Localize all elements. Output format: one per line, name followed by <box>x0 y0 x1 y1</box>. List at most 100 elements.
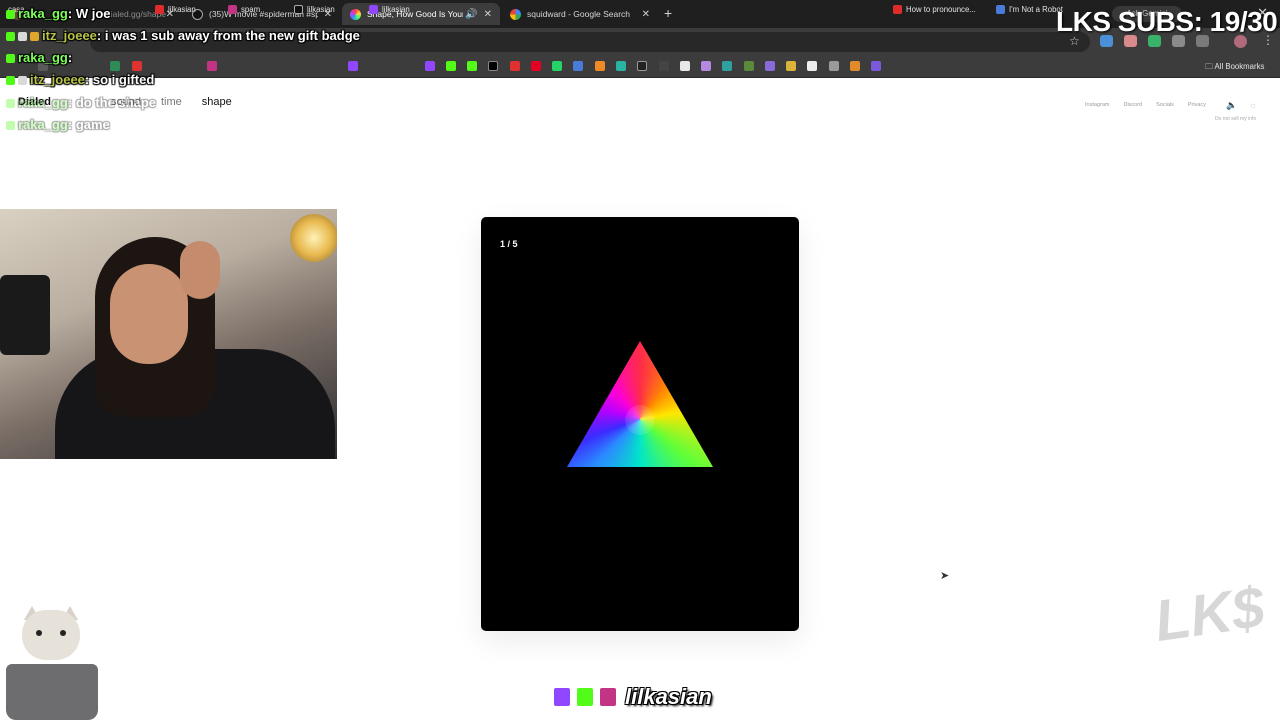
tiktok-icon <box>294 5 303 14</box>
sound-icon[interactable]: 🔈 <box>1226 100 1237 111</box>
sun-icon[interactable]: ☼ <box>1249 100 1257 110</box>
link-discord[interactable]: Discord <box>1123 102 1142 108</box>
bookmark-icon[interactable] <box>701 61 711 71</box>
kick-icon[interactable] <box>446 61 456 71</box>
bookmark-icon[interactable] <box>807 61 817 71</box>
bookmark-label: spam <box>241 5 261 14</box>
youtube-icon[interactable] <box>132 61 142 71</box>
do-not-sell-link[interactable]: Do not sell my info <box>1215 116 1256 122</box>
tab-2-active[interactable]: Shape, How Good Is Your S 🔊 ✕ <box>342 3 500 25</box>
lamp <box>290 214 337 262</box>
bookmark-icon[interactable] <box>680 61 690 71</box>
chat-user: itz_joeee <box>42 28 97 43</box>
streamer-handle: lilkasian <box>625 684 712 709</box>
bookmark-icon[interactable] <box>573 61 583 71</box>
bookmark-not-a-robot[interactable]: I'm Not a Robot <box>996 5 1063 14</box>
bookmark-label: lilkasian <box>382 5 410 14</box>
link-instagram[interactable]: Instagram <box>1085 102 1109 108</box>
chat-message: raka_gg: do the shape <box>6 95 156 110</box>
youtube-icon <box>155 5 164 14</box>
chat-message: raka_gg: <box>6 50 72 65</box>
mouse-cursor-icon: ➤ <box>940 570 950 582</box>
nav-shape[interactable]: shape <box>202 96 232 108</box>
new-tab-button[interactable]: + <box>664 5 672 21</box>
tab-3[interactable]: squidward - Google Search ✕ <box>502 3 658 25</box>
link-socials[interactable]: Socials <box>1156 102 1174 108</box>
bookmark-lilkasian-tiktok[interactable]: lilkasian <box>294 5 335 14</box>
chat-text: W joe <box>75 6 111 21</box>
chat-user: itz_joeee <box>30 72 85 87</box>
chat-text: so i gifted <box>92 72 155 87</box>
bookmark-icon[interactable] <box>871 61 881 71</box>
triangle-shape <box>567 341 713 467</box>
cat-in-bin-overlay <box>0 606 104 720</box>
bookmark-icon[interactable] <box>744 61 754 71</box>
bookmark-icon[interactable] <box>595 61 605 71</box>
globe-icon[interactable] <box>829 61 839 71</box>
all-bookmarks-label: All Bookmarks <box>1214 62 1265 71</box>
chat-user: raka_gg <box>18 50 68 65</box>
chat-colon: : <box>67 117 76 132</box>
badge-icon <box>6 54 15 64</box>
chat-user: raka_gg <box>18 117 68 132</box>
bookmark-icon[interactable] <box>659 61 669 71</box>
chat-message: itz_joeee: i was 1 sub away from the new… <box>6 28 360 43</box>
chat-colon: : <box>67 95 76 110</box>
instagram-icon <box>228 5 237 14</box>
badge-icon <box>6 121 15 131</box>
social-handle-bar: lilkasian <box>552 684 712 710</box>
bookmark-icon[interactable] <box>850 61 860 71</box>
speaker-icon: 🔊 <box>465 8 478 20</box>
chat-text: do the shape <box>75 95 157 110</box>
nav-time[interactable]: time <box>161 96 182 108</box>
bookmark-icon[interactable] <box>722 61 732 71</box>
close-icon[interactable]: ✕ <box>484 9 492 20</box>
badge-icon <box>18 32 27 42</box>
bookmark-icon[interactable] <box>510 61 520 71</box>
trash-bin <box>6 664 98 720</box>
bookmark-label: lilkasian <box>168 5 196 14</box>
screen: T... ✕ (35)W movie #spiderman #spid ✕ Sh… <box>0 0 1280 720</box>
bookmark-icon[interactable] <box>637 61 647 71</box>
chat-text: game <box>75 117 110 132</box>
badge-icon <box>18 76 27 86</box>
chat-message: itz_joeee: so i gifted <box>6 72 154 87</box>
chat-user: raka_gg <box>18 95 68 110</box>
bookmark-lilkasian-twitch[interactable]: lilkasian <box>369 5 410 14</box>
bookmark-spam[interactable]: spam <box>228 5 260 14</box>
whatsapp-icon[interactable] <box>552 61 562 71</box>
all-bookmarks-button[interactable]: 🗀 All Bookmarks <box>1205 61 1264 74</box>
bookmark-label: I'm Not a Robot <box>1009 5 1063 14</box>
badge-icon <box>6 99 15 109</box>
bookmark-lilkasian-youtube[interactable]: lilkasian <box>155 5 196 14</box>
chat-user: raka_gg <box>18 6 68 21</box>
subs-counter: LKS SUBS: 19/30 <box>1056 6 1278 37</box>
youtube-icon <box>893 5 902 14</box>
badge-icon <box>6 76 15 86</box>
bookmark-icon[interactable] <box>110 61 120 71</box>
color-gradient <box>567 341 713 467</box>
chat-colon: : <box>67 50 73 65</box>
game-card: 1 / 5 <box>481 217 799 631</box>
microphone <box>0 275 50 355</box>
bookmark-icon[interactable] <box>786 61 796 71</box>
bookmark-how-to-pronounce[interactable]: How to pronounce... <box>893 5 976 14</box>
twitch-icon <box>369 5 378 14</box>
badge-icon <box>30 32 39 42</box>
instagram-icon[interactable] <box>207 61 217 71</box>
kick-icon[interactable] <box>467 61 477 71</box>
twitch-icon[interactable] <box>348 61 358 71</box>
pinterest-icon[interactable] <box>531 61 541 71</box>
bookmark-icon <box>996 5 1005 14</box>
twitch-icon[interactable] <box>425 61 435 71</box>
badge-icon <box>6 10 15 20</box>
x-icon[interactable] <box>488 61 498 71</box>
bookmark-icon[interactable] <box>616 61 626 71</box>
link-privacy[interactable]: Privacy <box>1188 102 1206 108</box>
close-icon[interactable]: ✕ <box>642 9 650 20</box>
chat-message: raka_gg: W joe <box>6 6 111 21</box>
chat-colon: : <box>96 28 105 43</box>
bookmark-icon[interactable] <box>765 61 775 71</box>
kick-icon <box>575 686 595 708</box>
webcam-feed <box>0 209 337 459</box>
